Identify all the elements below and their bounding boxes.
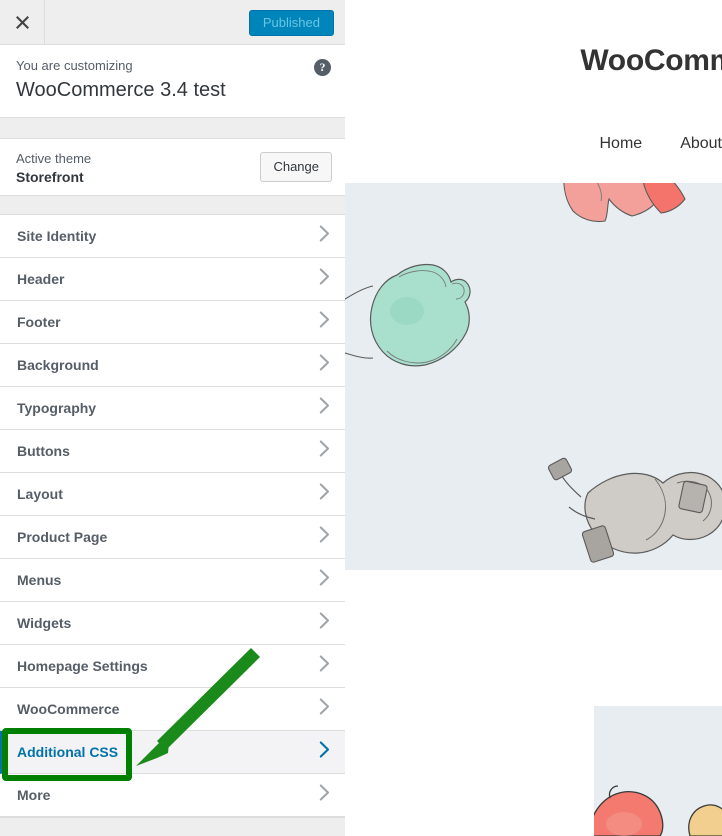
panel-item-woocommerce[interactable]: WooCommerce [0, 688, 345, 731]
customizer-screen: Published You are customizing WooCommerc… [0, 0, 722, 836]
chevron-right-icon [319, 526, 330, 548]
change-theme-button[interactable]: Change [260, 152, 332, 182]
panel-item-label: Background [17, 357, 99, 373]
panel-item-homepage-settings[interactable]: Homepage Settings [0, 645, 345, 688]
panel-item-header[interactable]: Header [0, 258, 345, 301]
panel-item-label: More [17, 787, 51, 803]
page-title: WooCommerce 3.4 test [16, 79, 226, 101]
chevron-right-icon [319, 225, 330, 247]
site-preview-frame[interactable]: WooComm Home About [345, 0, 722, 836]
panel-item-label: Additional CSS [17, 744, 119, 760]
section-divider-mid [0, 196, 345, 215]
help-question-icon[interactable]: ? [314, 59, 331, 76]
chevron-right-icon [319, 440, 330, 462]
panel-item-label: Widgets [17, 615, 72, 631]
nav-link-about[interactable]: About [680, 135, 722, 153]
chevron-right-icon [319, 569, 330, 591]
panel-item-background[interactable]: Background [0, 344, 345, 387]
panel-item-buttons[interactable]: Buttons [0, 430, 345, 473]
chevron-right-icon [319, 612, 330, 634]
panel-item-label: Layout [17, 486, 63, 502]
hero-illustrations [345, 183, 722, 563]
customizing-title-panel: You are customizing WooCommerce 3.4 test [0, 45, 345, 118]
publish-button[interactable]: Published [248, 10, 334, 36]
active-theme-section: Active theme Storefront Change [0, 139, 345, 196]
close-icon[interactable] [0, 0, 45, 44]
close-x-icon [15, 15, 29, 29]
customizer-panel-list: Site Identity Header Footer Background Typog… [0, 215, 345, 817]
panel-item-label: Footer [17, 314, 61, 330]
chevron-right-icon [319, 741, 330, 763]
panel-item-widgets[interactable]: Widgets [0, 602, 345, 645]
nav-link-home[interactable]: Home [600, 135, 643, 153]
chevron-right-icon [319, 698, 330, 720]
panel-item-site-identity[interactable]: Site Identity [0, 215, 345, 258]
panel-item-label: Homepage Settings [17, 658, 148, 674]
panel-item-menus[interactable]: Menus [0, 559, 345, 602]
preview-primary-nav: Home About [600, 135, 722, 153]
section-divider-top [0, 118, 345, 139]
coral-shirt-illustration [563, 183, 686, 223]
preview-site-title: WooComm [580, 44, 722, 77]
customizer-sidebar: Published You are customizing WooCommerc… [0, 0, 345, 836]
chevron-right-icon [319, 354, 330, 376]
panel-item-footer[interactable]: Footer [0, 301, 345, 344]
panel-item-additional-css[interactable]: Additional CSS [0, 731, 345, 774]
chevron-right-icon [319, 784, 330, 806]
chevron-right-icon [319, 268, 330, 290]
chevron-right-icon [319, 483, 330, 505]
panel-item-product-page[interactable]: Product Page [0, 516, 345, 559]
preview-product-band [594, 706, 722, 836]
panel-item-label: WooCommerce [17, 701, 120, 717]
panel-item-label: Menus [17, 572, 62, 588]
grey-jacket-illustration [547, 457, 722, 563]
customizer-header-bar: Published [0, 0, 345, 45]
customizing-pretitle: You are customizing [16, 58, 133, 73]
panel-item-label: Header [17, 271, 65, 287]
panel-item-layout[interactable]: Layout [0, 473, 345, 516]
panel-list-footer [0, 817, 345, 836]
mint-green-onesie-illustration [345, 263, 471, 367]
chevron-right-icon [319, 311, 330, 333]
panel-item-label: Typography [17, 400, 97, 416]
panel-item-label: Site Identity [17, 228, 97, 244]
panel-item-label: Buttons [17, 443, 70, 459]
panel-item-label: Product Page [17, 529, 108, 545]
coral-product-illustration [594, 785, 722, 836]
panel-item-typography[interactable]: Typography [0, 387, 345, 430]
chevron-right-icon [319, 655, 330, 677]
chevron-right-icon [319, 397, 330, 419]
panel-item-more[interactable]: More [0, 774, 345, 817]
preview-hero-band [345, 183, 722, 570]
